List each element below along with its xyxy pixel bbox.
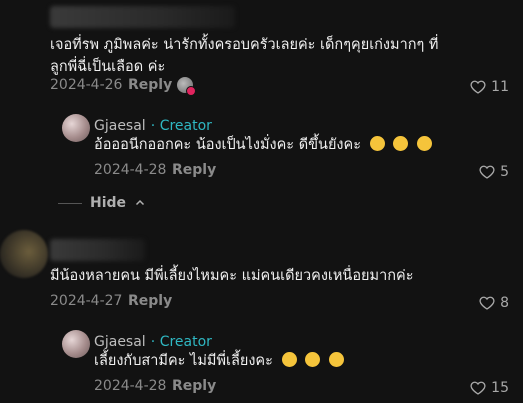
reply-author-line: Gjaesal · Creator bbox=[94, 115, 212, 134]
reply-date: 2024-4-28 bbox=[94, 162, 167, 178]
reply-button[interactable]: Reply bbox=[128, 77, 172, 93]
reply-button[interactable]: Reply bbox=[128, 293, 172, 309]
reply-author[interactable]: Gjaesal bbox=[94, 118, 146, 134]
avatar[interactable] bbox=[62, 114, 90, 142]
reply-author[interactable]: Gjaesal bbox=[94, 334, 146, 350]
like-button[interactable]: 8 bbox=[479, 295, 509, 311]
heart-eyes-emoji-icon bbox=[393, 136, 409, 151]
avatar[interactable] bbox=[62, 330, 90, 358]
blurred-username bbox=[50, 6, 235, 28]
like-button[interactable]: 11 bbox=[470, 79, 509, 95]
heart-outline-icon bbox=[479, 165, 495, 179]
avatar[interactable] bbox=[0, 230, 48, 278]
comment-text: มีน้องหลายคน มีพี่เลี้ยงไหมคะ แม่คนเดียว… bbox=[50, 268, 414, 284]
reply-date: 2024-4-28 bbox=[94, 378, 167, 394]
like-button[interactable]: 5 bbox=[479, 164, 509, 180]
reply-text-content: เลี้ยงกับสามีคะ ไม่มีพี่เลี้ยงคะ bbox=[94, 353, 273, 369]
heart-eyes-emoji-icon bbox=[305, 352, 321, 367]
liked-badge-icon bbox=[186, 86, 196, 96]
reply-button[interactable]: Reply bbox=[172, 378, 216, 394]
grinning-squinting-emoji-icon bbox=[281, 352, 297, 367]
reply-text: อ้อออนีกออกคะ น้องเป็นไงมั่งคะ ดีขึ้นยัง… bbox=[94, 134, 432, 156]
heart-outline-icon bbox=[470, 381, 486, 395]
divider bbox=[58, 202, 82, 204]
creator-badge: · Creator bbox=[150, 118, 212, 134]
blurred-username bbox=[50, 239, 145, 261]
reply-text: เลี้ยงกับสามีคะ ไม่มีพี่เลี้ยงคะ bbox=[94, 350, 344, 372]
like-count: 5 bbox=[500, 164, 509, 180]
reply-text-content: อ้อออนีกออกคะ น้องเป็นไงมั่งคะ ดีขึ้นยัง… bbox=[94, 137, 362, 153]
hide-replies-button[interactable]: Hide bbox=[58, 195, 146, 211]
like-count: 8 bbox=[500, 295, 509, 311]
comment-date: 2024-4-27 bbox=[50, 293, 123, 309]
comment-text: เจอที่รพ ภูมิพลค่ะ น่ารักทั้งครอบครัวเลย… bbox=[50, 37, 439, 75]
chevron-up-icon bbox=[136, 199, 145, 206]
rolling-laughing-emoji-icon bbox=[328, 352, 344, 367]
reply-author-line: Gjaesal · Creator bbox=[94, 331, 212, 350]
heart-eyes-emoji-icon bbox=[369, 136, 385, 151]
heart-outline-icon bbox=[479, 296, 495, 310]
creator-liked-avatar bbox=[177, 77, 196, 96]
comment-date: 2024-4-26 bbox=[50, 77, 123, 93]
hide-label: Hide bbox=[90, 195, 127, 211]
like-count: 11 bbox=[491, 79, 509, 95]
heart-outline-icon bbox=[470, 80, 486, 94]
reply-button[interactable]: Reply bbox=[172, 162, 216, 178]
heart-eyes-emoji-icon bbox=[416, 136, 432, 151]
like-count: 15 bbox=[491, 380, 509, 396]
like-button[interactable]: 15 bbox=[470, 380, 509, 396]
creator-badge: · Creator bbox=[150, 334, 212, 350]
